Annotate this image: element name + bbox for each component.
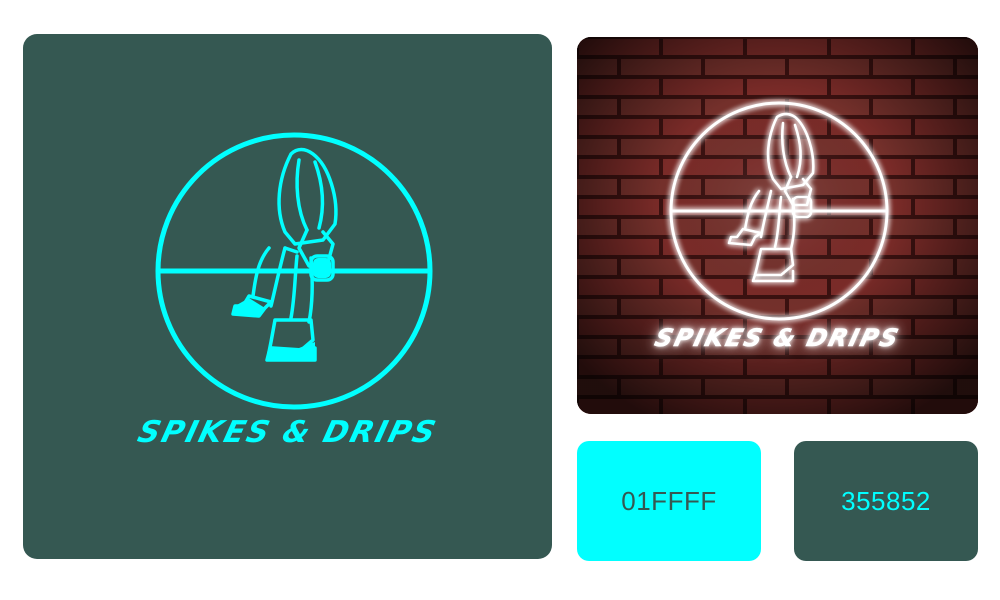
brand-wordmark: SPIKES & DRIPS bbox=[134, 415, 441, 450]
neon-brand-wordmark: SPIKES & DRIPS bbox=[652, 324, 904, 353]
swatch-hex-label: 01FFFF bbox=[621, 485, 717, 516]
color-swatch-cyan: 01FFFF bbox=[577, 441, 761, 561]
neon-mockup-card: SPIKES & DRIPS bbox=[577, 37, 978, 414]
sitting-figure-icon bbox=[231, 147, 338, 362]
logo-emblem-primary bbox=[155, 132, 433, 410]
logo-card-primary: SPIKES & DRIPS bbox=[23, 34, 552, 559]
color-swatch-dark-green: 355852 bbox=[794, 441, 978, 561]
swatch-hex-label: 355852 bbox=[841, 485, 931, 516]
brick-wall-background bbox=[577, 37, 978, 414]
